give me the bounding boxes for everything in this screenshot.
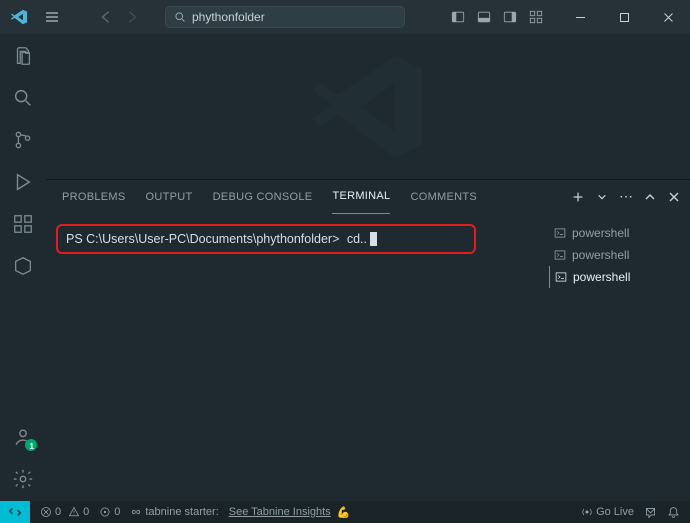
layout-controls bbox=[450, 9, 544, 25]
warning-count: 0 bbox=[83, 506, 89, 518]
vscode-watermark-icon bbox=[308, 47, 428, 167]
source-control-icon[interactable] bbox=[11, 128, 35, 152]
status-problems[interactable]: 0 0 bbox=[40, 506, 89, 518]
vscode-logo-icon bbox=[10, 8, 28, 26]
tab-output[interactable]: OUTPUT bbox=[146, 180, 193, 214]
nav-back-icon[interactable] bbox=[98, 9, 114, 25]
customize-layout-icon[interactable] bbox=[528, 9, 544, 25]
accounts-icon[interactable]: 1 bbox=[11, 425, 35, 449]
port-count: 0 bbox=[114, 506, 120, 518]
more-actions-icon[interactable]: ⋯ bbox=[618, 189, 634, 205]
app-menu-icon[interactable] bbox=[44, 9, 60, 25]
terminal-session-list: powershell powershell powershell bbox=[550, 214, 690, 501]
maximize-button[interactable] bbox=[602, 0, 646, 34]
search-query-text: phythonfolder bbox=[192, 10, 265, 24]
status-tabnine-insights[interactable]: See Tabnine Insights 💪 bbox=[229, 506, 351, 519]
run-debug-icon[interactable] bbox=[11, 170, 35, 194]
status-feedback-icon[interactable] bbox=[644, 506, 657, 519]
connection-icon bbox=[130, 506, 142, 518]
tab-debug-console[interactable]: DEBUG CONSOLE bbox=[213, 180, 313, 214]
tab-comments[interactable]: COMMENTS bbox=[410, 180, 477, 214]
status-notifications-icon[interactable] bbox=[667, 506, 680, 519]
terminal-icon bbox=[554, 249, 566, 261]
tab-terminal[interactable]: TERMINAL bbox=[332, 180, 390, 214]
terminal-highlight-box: PS C:\Users\User-PC\Documents\phythonfol… bbox=[56, 224, 476, 254]
error-count: 0 bbox=[55, 506, 61, 518]
panel-tabs: PROBLEMS OUTPUT DEBUG CONSOLE TERMINAL C… bbox=[46, 180, 690, 214]
terminal-session-item[interactable]: powershell bbox=[550, 244, 680, 266]
activity-bar: 1 bbox=[0, 34, 46, 501]
terminal-icon bbox=[554, 227, 566, 239]
history-nav bbox=[98, 9, 140, 25]
broadcast-icon bbox=[581, 506, 593, 518]
terminal-view[interactable]: PS C:\Users\User-PC\Documents\phythonfol… bbox=[46, 214, 550, 501]
editor-area bbox=[46, 34, 690, 179]
tabnine-insights-label: See Tabnine Insights bbox=[229, 506, 331, 518]
tabnine-label: tabnine starter: bbox=[145, 506, 218, 518]
extra-view-icon[interactable] bbox=[11, 254, 35, 278]
error-icon bbox=[40, 506, 52, 518]
session-label: powershell bbox=[573, 270, 630, 284]
command-center-search[interactable]: phythonfolder bbox=[165, 6, 405, 28]
panel-actions: ⋯ bbox=[570, 189, 682, 205]
manage-gear-icon[interactable] bbox=[11, 467, 35, 491]
session-label: powershell bbox=[572, 248, 629, 262]
bottom-panel: PROBLEMS OUTPUT DEBUG CONSOLE TERMINAL C… bbox=[46, 179, 690, 501]
session-label: powershell bbox=[572, 226, 629, 240]
accounts-badge-count: 1 bbox=[30, 442, 34, 451]
toggle-secondary-sidebar-icon[interactable] bbox=[502, 9, 518, 25]
close-panel-icon[interactable] bbox=[666, 189, 682, 205]
terminal-session-item[interactable]: powershell bbox=[550, 222, 680, 244]
maximize-panel-icon[interactable] bbox=[642, 189, 658, 205]
status-bar: 0 0 0 tabnine starter: See Tabnine Insig… bbox=[0, 501, 690, 523]
minimize-button[interactable] bbox=[558, 0, 602, 34]
terminal-dropdown-icon[interactable] bbox=[594, 189, 610, 205]
window-controls bbox=[558, 0, 690, 34]
search-view-icon[interactable] bbox=[11, 86, 35, 110]
close-button[interactable] bbox=[646, 0, 690, 34]
terminal-cursor-icon bbox=[370, 232, 377, 246]
terminal-session-item[interactable]: powershell bbox=[549, 266, 680, 288]
status-ports[interactable]: 0 bbox=[99, 506, 120, 518]
status-go-live[interactable]: Go Live bbox=[581, 506, 634, 518]
search-icon bbox=[174, 11, 186, 23]
terminal-prompt: PS C:\Users\User-PC\Documents\phythonfol… bbox=[66, 232, 339, 246]
port-icon bbox=[99, 506, 111, 518]
explorer-icon[interactable] bbox=[11, 44, 35, 68]
tab-problems[interactable]: PROBLEMS bbox=[62, 180, 126, 214]
remote-indicator-icon[interactable] bbox=[0, 501, 30, 523]
warning-icon bbox=[68, 506, 80, 518]
terminal-command: cd.. bbox=[347, 232, 367, 246]
new-terminal-icon[interactable] bbox=[570, 189, 586, 205]
bicep-icon: 💪 bbox=[337, 506, 351, 519]
extensions-icon[interactable] bbox=[11, 212, 35, 236]
nav-forward-icon[interactable] bbox=[124, 9, 140, 25]
toggle-primary-sidebar-icon[interactable] bbox=[450, 9, 466, 25]
title-bar: phythonfolder bbox=[0, 0, 690, 34]
toggle-panel-icon[interactable] bbox=[476, 9, 492, 25]
terminal-icon bbox=[555, 271, 567, 283]
go-live-label: Go Live bbox=[596, 506, 634, 518]
status-tabnine[interactable]: tabnine starter: bbox=[130, 506, 218, 518]
